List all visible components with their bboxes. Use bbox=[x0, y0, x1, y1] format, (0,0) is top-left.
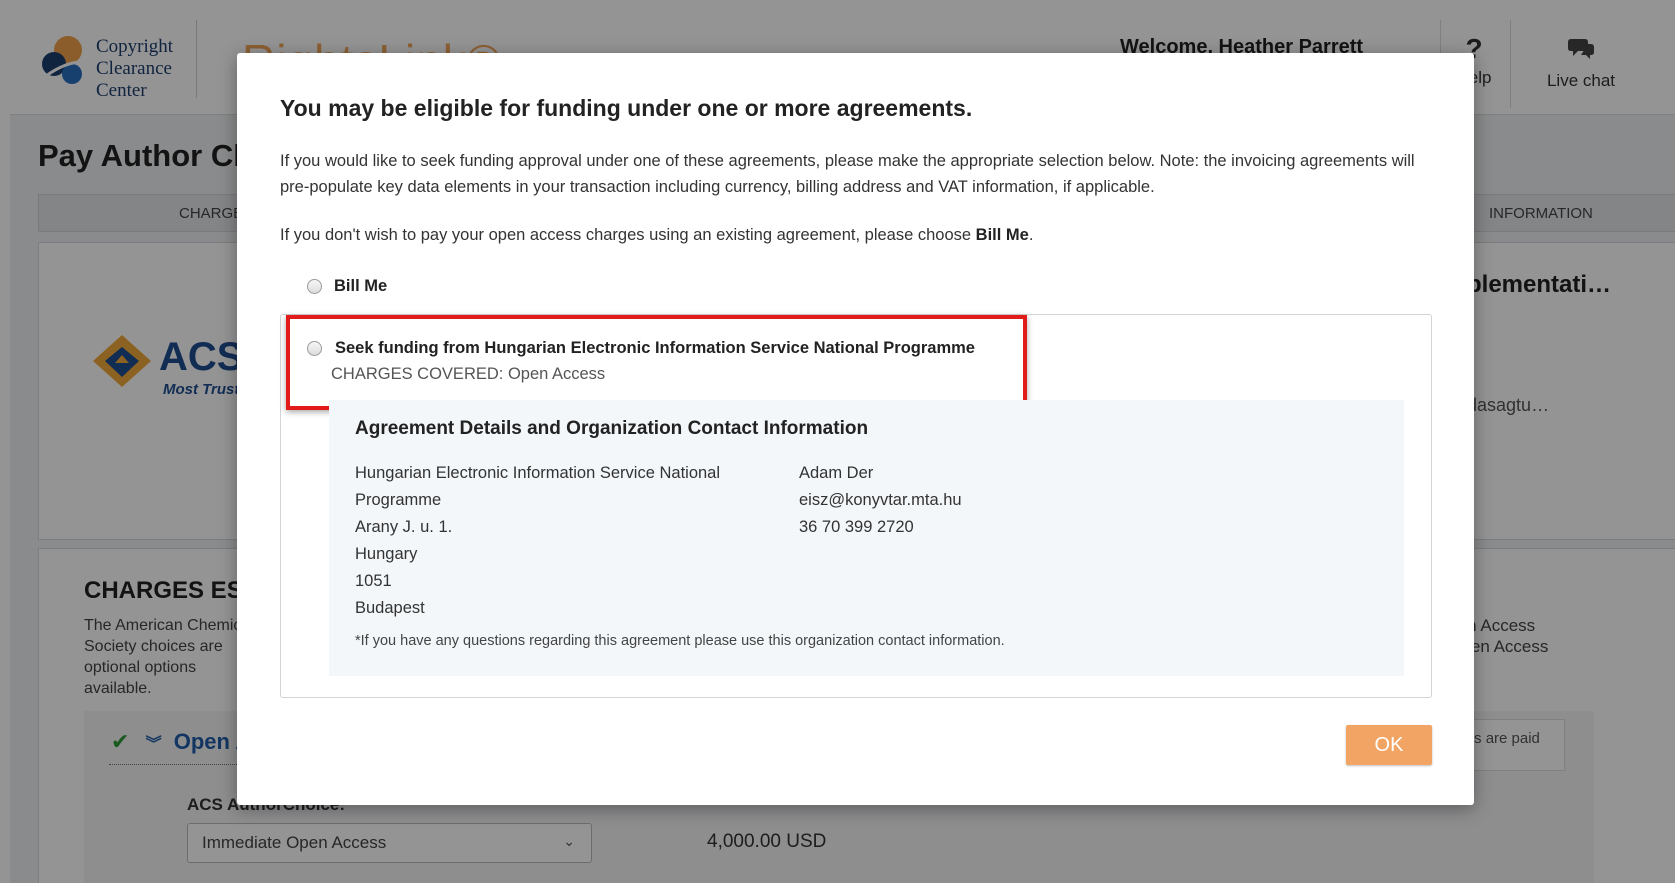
contact-phone: 36 70 399 2720 bbox=[799, 518, 914, 536]
dialog-title: You may be eligible for funding under on… bbox=[280, 95, 973, 121]
bill-me-label[interactable]: Bill Me bbox=[334, 277, 387, 296]
organization-address: Hungarian Electronic Information Service… bbox=[355, 460, 765, 622]
bill-me-radio[interactable] bbox=[307, 279, 322, 294]
contact-email: eisz@konyvtar.mta.hu bbox=[799, 491, 962, 509]
bill-me-instructions: If you don't wish to pay your open acces… bbox=[280, 226, 1033, 245]
organization-contact: Adam Der eisz@konyvtar.mta.hu 36 70 399 … bbox=[799, 460, 962, 541]
funding-agreement-dialog: You may be eligible for funding under on… bbox=[237, 53, 1474, 805]
highlight-box bbox=[286, 315, 1027, 410]
dialog-intro: If you would like to seek funding approv… bbox=[280, 152, 1415, 196]
bill-me-instructions-end: . bbox=[1028, 226, 1034, 244]
ok-button[interactable]: OK bbox=[1346, 725, 1432, 765]
org-country: Hungary bbox=[355, 545, 418, 563]
org-postcode: 1051 bbox=[355, 572, 392, 590]
org-name: Hungarian Electronic Information Service… bbox=[355, 464, 721, 509]
org-city: Budapest bbox=[355, 599, 425, 617]
bill-me-instructions-text: If you don't wish to pay your open acces… bbox=[280, 226, 976, 244]
agreement-details: Agreement Details and Organization Conta… bbox=[329, 400, 1404, 676]
contact-name: Adam Der bbox=[799, 464, 874, 482]
agreement-note: *If you have any questions regarding thi… bbox=[355, 633, 1005, 649]
org-street: Arany J. u. 1. bbox=[355, 518, 453, 536]
agreement-details-title: Agreement Details and Organization Conta… bbox=[355, 418, 869, 439]
bill-me-instructions-bold: Bill Me bbox=[975, 226, 1029, 244]
